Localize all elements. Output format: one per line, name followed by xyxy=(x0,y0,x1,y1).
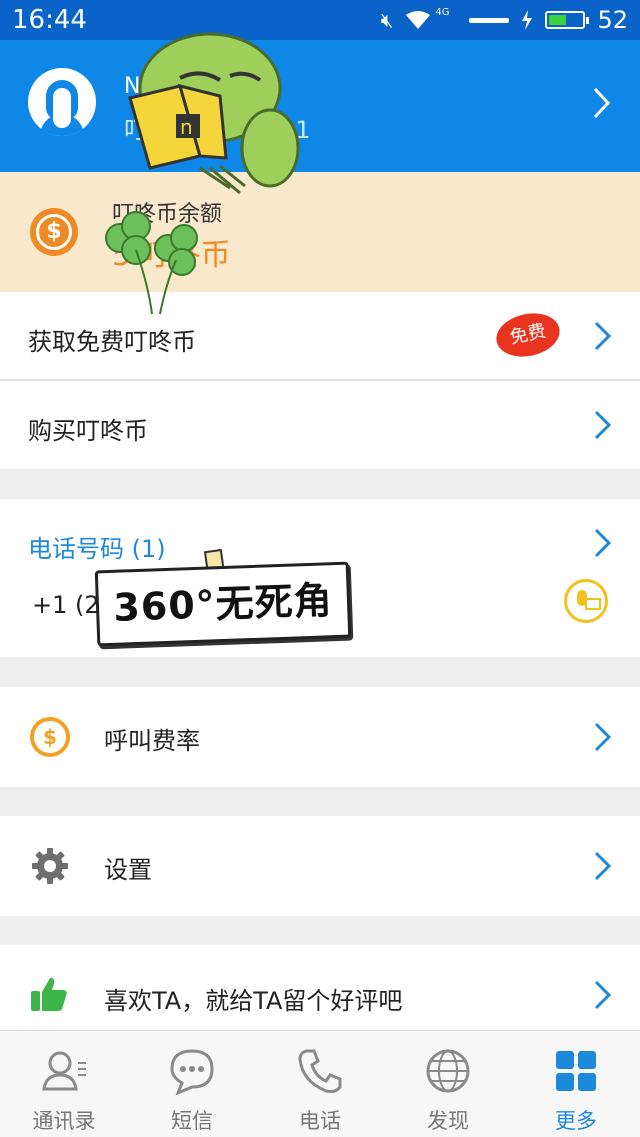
contacts-icon xyxy=(42,1051,86,1091)
nav-contacts[interactable]: 通讯录 xyxy=(0,1031,128,1137)
sticker-label: 360°无死角 xyxy=(94,561,352,647)
thumbs-up-icon xyxy=(31,977,67,1011)
chevron-right-icon xyxy=(594,980,612,1010)
settings-row[interactable]: 设置 xyxy=(0,816,640,916)
wifi-icon xyxy=(406,11,431,29)
review-row[interactable]: 喜欢TA，就给TA留个好评吧 xyxy=(0,945,640,1031)
avatar[interactable] xyxy=(28,68,96,136)
free-coins-label: 获取免费叮咚币 xyxy=(28,328,196,356)
nav-more[interactable]: 更多 xyxy=(512,1031,640,1137)
rate-icon: $ xyxy=(30,717,70,757)
buy-coins-row[interactable]: 购买叮咚币 xyxy=(0,381,640,469)
charging-icon xyxy=(522,10,533,30)
mute-icon: 🔇︎ xyxy=(380,8,394,32)
chevron-right-icon xyxy=(593,87,611,119)
chevron-right-icon xyxy=(594,722,612,752)
status-time: 16:44 xyxy=(12,5,87,35)
nav-label: 更多 xyxy=(555,1109,597,1133)
phone-icon xyxy=(298,1049,342,1093)
call-rates-row[interactable]: $ 呼叫费率 xyxy=(0,687,640,787)
call-rates-label: 呼叫费率 xyxy=(104,727,200,755)
settings-label: 设置 xyxy=(104,856,152,884)
grid-icon xyxy=(556,1051,596,1091)
free-badge: 免费 xyxy=(492,307,564,363)
nav-label: 发现 xyxy=(427,1109,469,1133)
nav-phone[interactable]: 电话 xyxy=(256,1031,384,1137)
network-type: 4G xyxy=(435,6,450,18)
nav-label: 电话 xyxy=(299,1109,341,1133)
chevron-right-icon xyxy=(594,321,612,351)
voicemail-icon[interactable] xyxy=(564,579,608,623)
status-icons: 🔇︎ 4G 52 xyxy=(381,6,628,34)
signal-icon xyxy=(469,18,510,23)
globe-icon xyxy=(426,1049,470,1093)
battery-level: 52 xyxy=(597,6,628,34)
review-label: 喜欢TA，就给TA留个好评吧 xyxy=(104,987,403,1015)
battery-icon xyxy=(545,11,590,29)
frog-sticker-icon: n xyxy=(128,32,300,195)
profile-header[interactable]: N 叮81 xyxy=(0,40,640,172)
phone-number: +1 (2 xyxy=(32,591,100,619)
nav-label: 短信 xyxy=(171,1109,213,1133)
sms-icon xyxy=(170,1049,214,1095)
svg-text:n: n xyxy=(180,115,193,139)
chevron-right-icon xyxy=(594,851,612,881)
chevron-right-icon xyxy=(594,410,612,440)
phone-title: 电话号码 (1) xyxy=(28,535,166,563)
chevron-right-icon xyxy=(594,528,612,558)
status-bar: 16:44 🔇︎ 4G 52 xyxy=(0,0,640,40)
coin-icon: $ xyxy=(30,208,78,256)
nav-discover[interactable]: 发现 xyxy=(384,1031,512,1137)
nav-sms[interactable]: 短信 xyxy=(128,1031,256,1137)
buy-coins-label: 购买叮咚币 xyxy=(28,417,148,445)
nav-label: 通讯录 xyxy=(32,1109,96,1133)
gear-icon xyxy=(32,848,68,884)
clover-icon xyxy=(105,211,198,315)
bottom-nav: 通讯录 短信 电话 发现 更多 xyxy=(0,1030,640,1137)
